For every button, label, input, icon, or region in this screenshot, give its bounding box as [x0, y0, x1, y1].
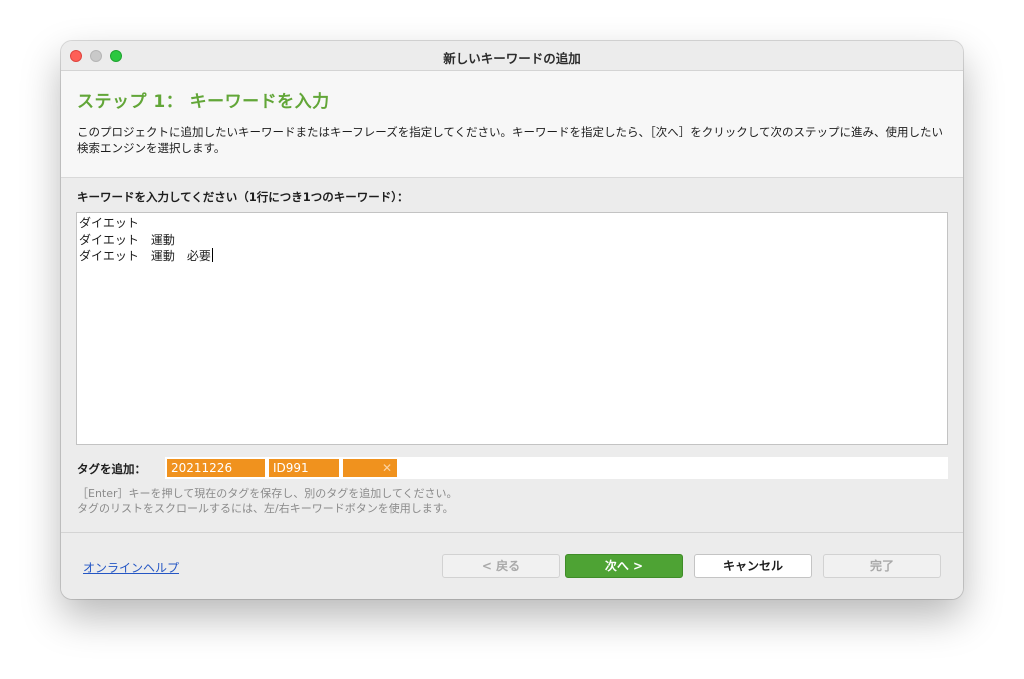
tag-hint-line: タグのリストをスクロールするには、左/右キーワードボタンを使用します。: [77, 502, 454, 515]
next-button[interactable]: 次へ >: [565, 554, 683, 578]
tag-chip[interactable]: 20211226: [167, 459, 265, 477]
dialog-window: 新しいキーワードの追加 ステップ 1： キーワードを入力 このプロジェクトに追加…: [61, 41, 963, 599]
dialog-footer: オンラインヘルプ < 戻る 次へ > キャンセル 完了: [61, 532, 963, 599]
title-bar: 新しいキーワードの追加: [61, 41, 963, 71]
window-title: 新しいキーワードの追加: [443, 51, 581, 66]
tag-input-field[interactable]: 20211226 ID991 ✕: [165, 457, 948, 479]
keyword-line: ダイエット 運動: [79, 232, 175, 247]
step-title: ステップ 1： キーワードを入力: [77, 92, 330, 112]
keyword-input-label: キーワードを入力してください（1行につき1つのキーワード）：: [77, 190, 409, 204]
keyword-line-text: ダイエット 運動 必要: [79, 249, 211, 263]
step-header: ステップ 1： キーワードを入力 このプロジェクトに追加したいキーワードまたはキ…: [61, 71, 963, 178]
step-description: このプロジェクトに追加したいキーワードまたはキーフレーズを指定してください。キー…: [77, 125, 943, 155]
tag-hint: ［Enter］キーを押して現在のタグを保存し、別のタグを追加してください。 タグ…: [77, 486, 458, 516]
add-tag-label: タグを追加：: [77, 462, 146, 476]
tag-chip[interactable]: ID991: [269, 459, 339, 477]
remove-tag-icon[interactable]: ✕: [382, 459, 392, 477]
text-caret: [211, 248, 213, 262]
cancel-button[interactable]: キャンセル: [694, 554, 812, 578]
new-tag-input[interactable]: ✕: [343, 459, 397, 477]
keyword-line: ダイエット: [79, 216, 139, 230]
keyword-line: ダイエット 運動 必要: [79, 248, 945, 265]
back-button[interactable]: < 戻る: [442, 554, 560, 578]
finish-button[interactable]: 完了: [823, 554, 941, 578]
tag-hint-line: ［Enter］キーを押して現在のタグを保存し、別のタグを追加してください。: [77, 487, 458, 500]
keyword-textarea[interactable]: ダイエット ダイエット 運動 ダイエット 運動 必要: [76, 212, 948, 445]
online-help-link[interactable]: オンラインヘルプ: [83, 559, 179, 576]
